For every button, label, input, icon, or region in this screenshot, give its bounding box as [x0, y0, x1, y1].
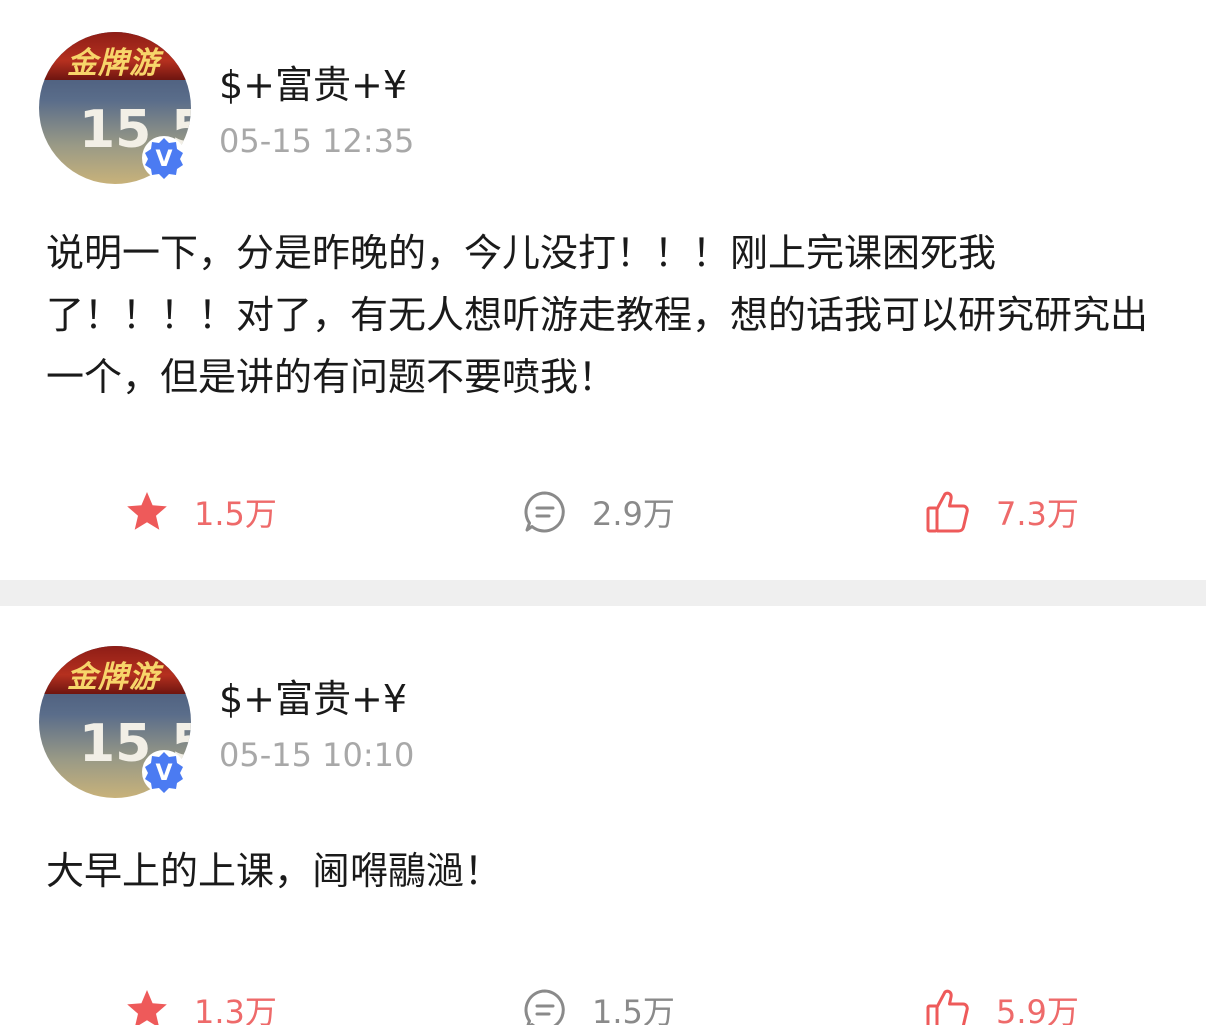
- avatar-banner-text: 金牌游: [67, 660, 160, 695]
- avatar-banner: 金牌游: [39, 646, 191, 695]
- post-divider: [0, 580, 1206, 606]
- thumbs-up-icon: [926, 989, 969, 1025]
- like-count: 7.3万: [996, 495, 1079, 533]
- like-button[interactable]: 5.9万: [924, 980, 1079, 1025]
- comment-icon: [524, 491, 565, 533]
- verified-badge-letter: V: [155, 761, 172, 786]
- avatar-banner-text: 金牌游: [67, 46, 160, 81]
- verified-badge-icon: V: [142, 136, 186, 180]
- comment-button[interactable]: 1.5万: [522, 980, 675, 1025]
- timestamp: 05-15 12:35: [219, 122, 415, 160]
- verified-badge-icon: V: [142, 750, 186, 794]
- username[interactable]: $+富贵+¥: [219, 668, 407, 723]
- post-text[interactable]: 说明一下，分是昨晚的，今儿没打！！！刚上完课困死我了！！！！对了，有无人想听游走…: [46, 222, 1156, 408]
- favorite-count: 1.3万: [194, 993, 277, 1025]
- star-icon: [127, 492, 167, 530]
- comment-button[interactable]: 2.9万: [522, 482, 675, 542]
- favorite-button[interactable]: 1.5万: [124, 482, 277, 542]
- action-bar: 1.5万 2.9万 7.3万: [0, 482, 1206, 542]
- verified-badge-letter: V: [155, 147, 172, 172]
- comment-count: 1.5万: [592, 993, 675, 1025]
- comment-icon: [524, 989, 565, 1025]
- favorite-button[interactable]: 1.3万: [124, 980, 277, 1025]
- like-count: 5.9万: [996, 993, 1079, 1025]
- timestamp: 05-15 10:10: [219, 736, 415, 774]
- action-bar: 1.3万 1.5万 5.9万: [0, 980, 1206, 1025]
- post-card[interactable]: 金牌游 15.5 V $+富贵+¥ 05-15 10:10 大早上的上课，阃嘚鷊…: [0, 606, 1206, 1025]
- thumbs-up-icon: [926, 491, 969, 533]
- comment-count: 2.9万: [592, 495, 675, 533]
- like-button[interactable]: 7.3万: [924, 482, 1079, 542]
- post-feed: 金牌游 15.5 V $+富贵+¥ 05-15 12:35 说明一下，分是昨晚的…: [0, 0, 1206, 1025]
- favorite-count: 1.5万: [194, 495, 277, 533]
- star-icon: [127, 990, 167, 1025]
- post-card[interactable]: 金牌游 15.5 V $+富贵+¥ 05-15 12:35 说明一下，分是昨晚的…: [0, 0, 1206, 580]
- avatar-banner: 金牌游: [39, 32, 191, 81]
- post-text[interactable]: 大早上的上课，阃嘚鷊濄！: [46, 840, 1156, 902]
- username[interactable]: $+富贵+¥: [219, 54, 407, 109]
